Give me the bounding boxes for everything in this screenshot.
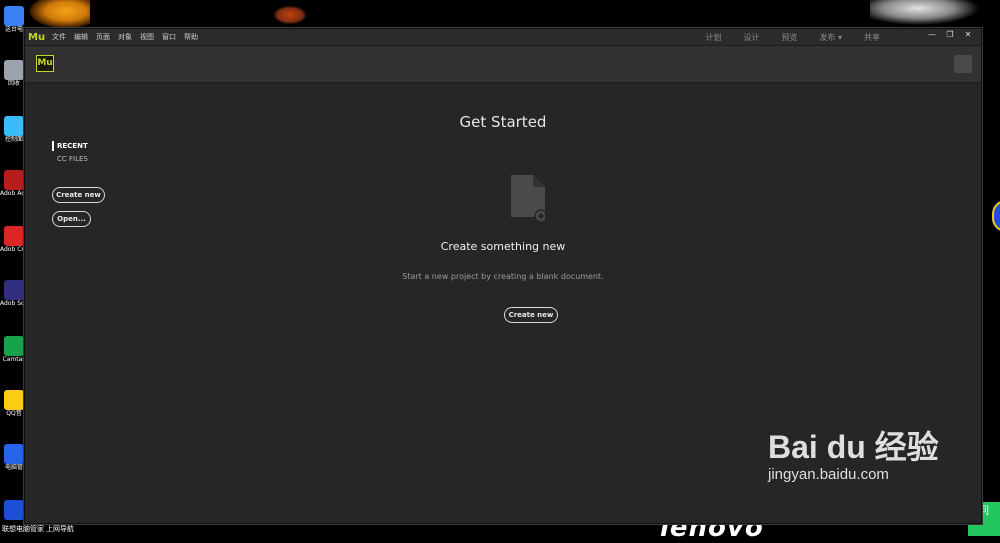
left-nav: RECENT CC FILES	[52, 141, 88, 163]
nav-recent[interactable]: RECENT	[52, 141, 88, 151]
baidu-watermark: Bai du 经验 jingyan.baidu.com	[768, 430, 939, 483]
app-toolbar: Mu	[25, 46, 981, 83]
wallpaper-splash	[870, 0, 990, 28]
desktop-icon-qq-music[interactable]: QQ音	[2, 390, 26, 418]
window-controls: — ❐ ✕	[923, 29, 977, 41]
menu-bar: 文件 编辑 页面 对象 视图 窗口 帮助	[48, 32, 202, 42]
menu-window[interactable]: 窗口	[158, 32, 180, 42]
user-account-button[interactable]	[954, 55, 972, 73]
page-title: Get Started	[459, 113, 547, 131]
camtasia-icon	[4, 336, 24, 356]
taskbar-item[interactable]: 上网导航	[46, 524, 74, 534]
create-new-button-sidebar[interactable]: Create new	[52, 187, 105, 203]
wallpaper-splash	[270, 4, 310, 26]
nav-cc-files[interactable]: CC FILES	[52, 155, 88, 163]
muse-logo-icon: Mu	[36, 55, 54, 72]
desktop-icon-creative-cloud[interactable]: Adob Creat	[0, 226, 28, 254]
desktop-icon-acrobat[interactable]: Adob Acroba	[0, 170, 28, 198]
create-new-button[interactable]: Create new	[504, 307, 558, 323]
tab-publish[interactable]: 发布 ▾	[808, 32, 853, 43]
desktop-icon-control-panel[interactable]: 控制面	[2, 116, 26, 144]
create-heading: Create something new	[440, 240, 566, 253]
tab-design[interactable]: 设计	[732, 32, 770, 43]
title-bar: Mu 文件 编辑 页面 对象 视图 窗口 帮助 计划 设计 预览 发布 ▾ 共享…	[25, 29, 981, 46]
computer-icon	[4, 6, 24, 26]
recycle-bin-icon	[4, 60, 24, 80]
scout-icon	[4, 280, 24, 300]
menu-help[interactable]: 帮助	[180, 32, 202, 42]
control-panel-icon	[4, 116, 24, 136]
creative-cloud-icon	[4, 226, 24, 246]
menu-object[interactable]: 对象	[114, 32, 136, 42]
desktop-icon-scout[interactable]: Adob Scout	[0, 280, 28, 308]
desktop-icon-computer[interactable]: 这台电	[2, 6, 26, 34]
menu-file[interactable]: 文件	[48, 32, 70, 42]
open-button[interactable]: Open...	[52, 211, 91, 227]
desktop-icon-lenovo[interactable]	[2, 500, 26, 520]
taskbar-item[interactable]: 联想电脑管家	[2, 524, 44, 534]
menu-edit[interactable]: 编辑	[70, 32, 92, 42]
new-document-icon	[511, 175, 545, 221]
watermark-main: Bai du 经验	[768, 429, 939, 465]
maximize-button[interactable]: ❐	[941, 29, 959, 41]
create-description: Start a new project by creating a blank …	[402, 272, 604, 281]
minimize-button[interactable]: —	[923, 29, 941, 41]
workspace-switcher: 计划 设计 预览 发布 ▾ 共享	[694, 32, 891, 43]
close-button[interactable]: ✕	[959, 29, 977, 41]
desktop-icon-pc-manager[interactable]: 电脑管	[2, 444, 26, 472]
shield-icon	[4, 444, 24, 464]
menu-view[interactable]: 视图	[136, 32, 158, 42]
app-logo-small: Mu	[28, 31, 46, 43]
tab-share[interactable]: 共享	[853, 32, 891, 43]
floating-widget-icon[interactable]	[992, 200, 1000, 232]
tab-plan[interactable]: 计划	[694, 32, 732, 43]
lenovo-icon	[4, 500, 24, 520]
tab-preview[interactable]: 预览	[770, 32, 808, 43]
acrobat-icon	[4, 170, 24, 190]
watermark-url: jingyan.baidu.com	[768, 466, 889, 483]
desktop-icon-camtasia[interactable]: Camtas	[2, 336, 26, 364]
desktop-icon-recycle-bin[interactable]: 回收	[2, 60, 26, 88]
menu-page[interactable]: 页面	[92, 32, 114, 42]
qq-music-icon	[4, 390, 24, 410]
wallpaper-splash	[30, 0, 90, 28]
